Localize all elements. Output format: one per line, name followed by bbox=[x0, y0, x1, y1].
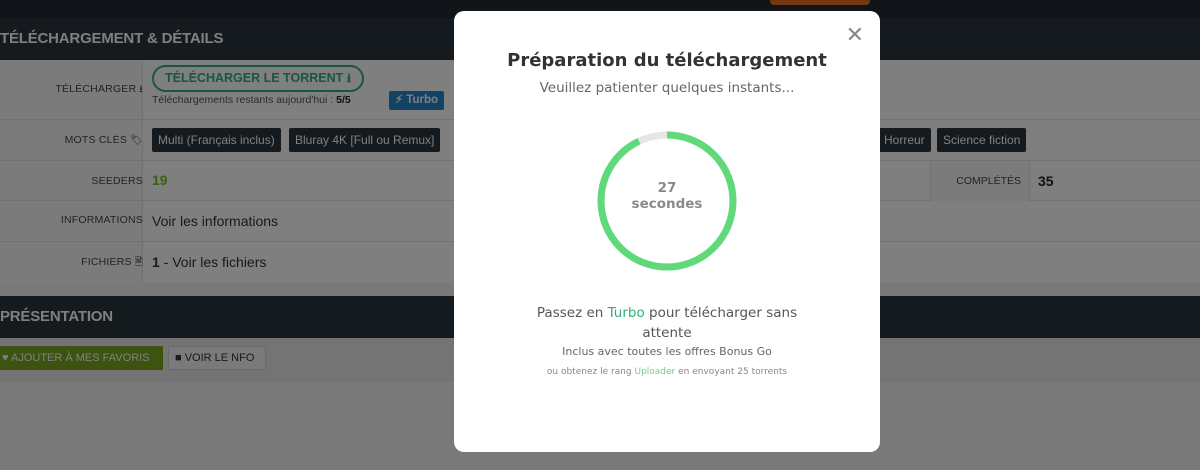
countdown-unit: secondes bbox=[631, 196, 703, 212]
uploader-link[interactable]: Uploader bbox=[634, 367, 675, 377]
close-icon[interactable]: ✕ bbox=[846, 25, 864, 47]
included-offers-text: Inclus avec toutes les offres Bonus Go bbox=[562, 345, 772, 358]
turbo-link[interactable]: Turbo bbox=[608, 305, 645, 321]
uploader-rank-text: ou obtenez le rang Uploader en envoyant … bbox=[546, 367, 788, 377]
download-preparation-modal: ✕ Préparation du téléchargement Veuillez… bbox=[454, 11, 880, 452]
modal-title: Préparation du téléchargement bbox=[507, 50, 827, 71]
countdown-value: 27 bbox=[657, 180, 677, 196]
countdown-text: 27 secondes bbox=[597, 180, 737, 212]
turbo-promo: Passez en Turbo pour télécharger sans at… bbox=[536, 305, 798, 341]
modal-subtitle: Veuillez patienter quelques instants... bbox=[539, 80, 795, 96]
